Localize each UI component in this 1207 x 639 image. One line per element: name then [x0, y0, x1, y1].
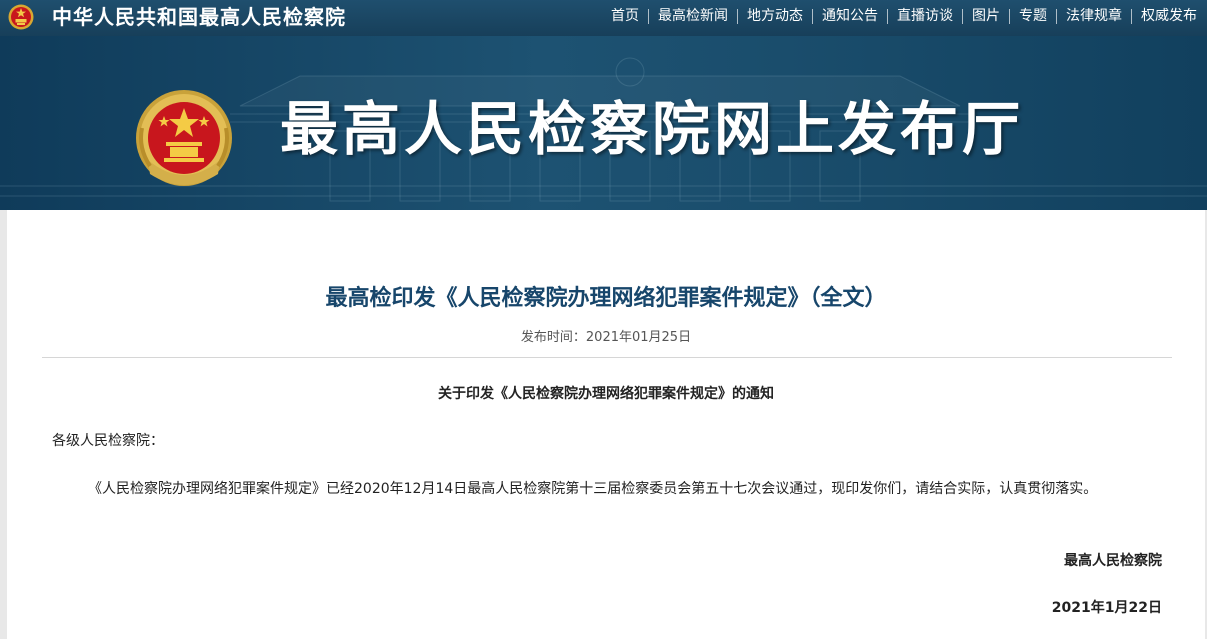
- banner-title: 最高人民检察院网上发布厅: [280, 95, 1025, 163]
- sign-date: 2021年1月22日: [1051, 600, 1162, 616]
- nav-divider: [1009, 8, 1010, 24]
- signer: 最高人民检察院: [1064, 553, 1162, 569]
- nav-divider: [648, 8, 649, 24]
- article-title: 最高检印发《人民检察院办理网络犯罪案件规定》（全文）: [325, 286, 887, 311]
- nav-divider: [737, 8, 738, 24]
- nav-divider: [812, 8, 813, 24]
- site-name[interactable]: 中华人民共和国最高人民检察院: [52, 5, 346, 29]
- title-divider: [42, 357, 1172, 358]
- notice-title: 关于印发《人民检察院办理网络犯罪案件规定》的通知: [438, 386, 774, 402]
- nav-item-home[interactable]: 首页: [611, 0, 639, 32]
- nav-item-local-news[interactable]: 地方动态: [747, 0, 803, 32]
- nav-item-pictures[interactable]: 图片: [972, 0, 1000, 32]
- nav-item-laws[interactable]: 法律规章: [1066, 0, 1122, 32]
- nav-divider: [887, 8, 888, 24]
- publish-date: 发布时间：2021年01月25日: [520, 330, 692, 345]
- nav-item-spp-news[interactable]: 最高检新闻: [658, 0, 728, 32]
- main-nav: 首页 最高检新闻 地方动态 通知公告 直播访谈 图片 专题 法律规章 权威发布: [611, 0, 1197, 32]
- nav-item-authoritative-releases[interactable]: 权威发布: [1141, 0, 1197, 32]
- procuratorate-emblem-icon: [136, 90, 232, 186]
- article-container: 最高检印发《人民检察院办理网络犯罪案件规定》（全文） 发布时间：2021年01月…: [7, 210, 1205, 639]
- banner: 最高人民检察院网上发布厅: [0, 36, 1207, 210]
- nav-item-notices[interactable]: 通知公告: [822, 0, 878, 32]
- nav-item-topics[interactable]: 专题: [1019, 0, 1047, 32]
- procuratorate-emblem-icon[interactable]: [8, 4, 34, 30]
- nav-divider: [1056, 8, 1057, 24]
- nav-item-live-interviews[interactable]: 直播访谈: [897, 0, 953, 32]
- nav-divider: [962, 8, 963, 24]
- top-navigation-bar: 中华人民共和国最高人民检察院 首页 最高检新闻 地方动态 通知公告 直播访谈 图…: [0, 0, 1207, 36]
- salutation: 各级人民检察院：: [52, 433, 164, 449]
- article-body: 《人民检察院办理网络犯罪案件规定》已经2020年12月14日最高人民检察院第十三…: [88, 481, 1098, 497]
- nav-divider: [1131, 8, 1132, 24]
